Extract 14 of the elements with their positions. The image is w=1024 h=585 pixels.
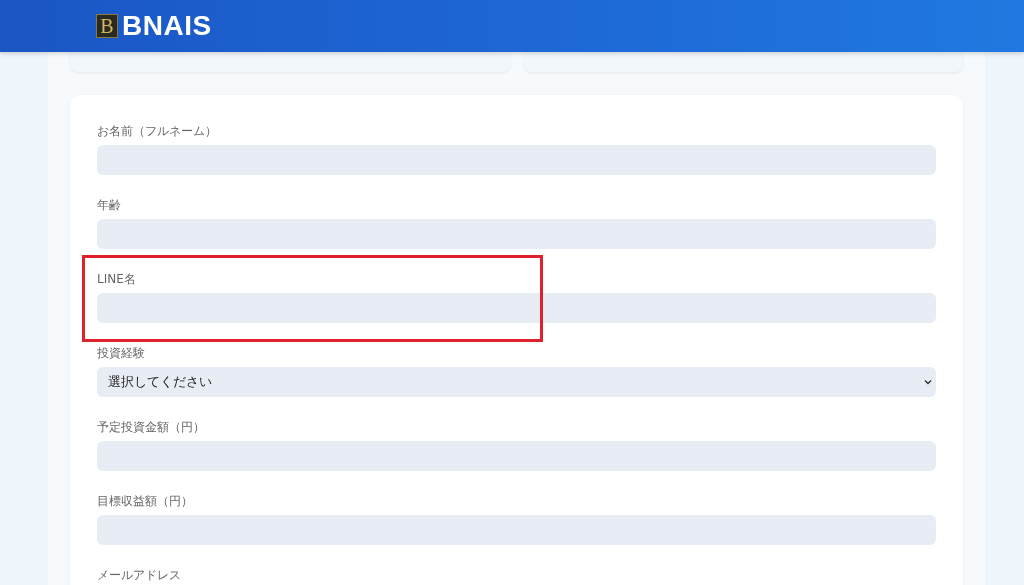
chevron-icon [924, 379, 932, 385]
choice-button[interactable] [70, 52, 510, 72]
logo-icon: B [96, 14, 118, 38]
field-label: 年齢 [97, 198, 122, 212]
field-label: 投資経験 [97, 346, 146, 360]
field-label: お名前（フルネーム） [97, 124, 218, 138]
select-field[interactable]: 選択してください [97, 367, 936, 397]
field-label: 予定投資金額（円） [97, 420, 206, 434]
field-label: LINE名 [97, 272, 137, 286]
field-label: 目標収益額（円） [97, 494, 194, 508]
choice-button[interactable] [523, 52, 963, 72]
brand-name: BNAIS [122, 10, 212, 42]
input-field[interactable] [97, 293, 936, 323]
field-label: メールアドレス [97, 568, 182, 582]
